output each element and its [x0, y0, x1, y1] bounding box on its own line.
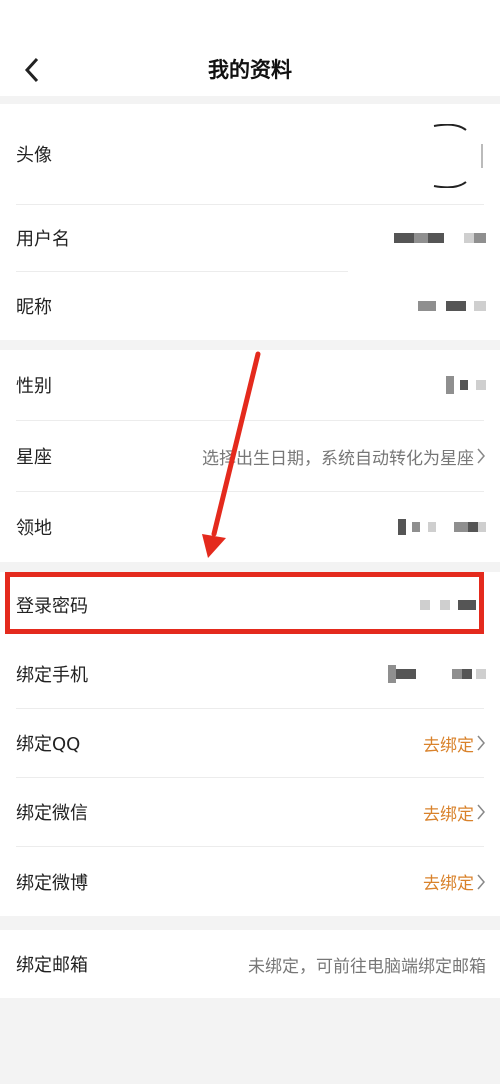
- profile-basic-group: 头像 用户名 昵称: [0, 104, 500, 340]
- bind-weibo-link[interactable]: 去绑定: [423, 869, 486, 894]
- chevron-right-icon: [477, 448, 485, 464]
- row-label-qq: 绑定QQ: [16, 734, 81, 755]
- row-label-phone: 绑定手机: [16, 665, 88, 686]
- row-label-wechat: 绑定微信: [16, 803, 88, 824]
- row-qq[interactable]: 绑定QQ 去绑定: [0, 709, 500, 777]
- row-label-username: 用户名: [16, 229, 70, 250]
- top-bar: 我的资料: [0, 0, 500, 96]
- row-wechat[interactable]: 绑定微信 去绑定: [0, 778, 500, 846]
- chevron-right-icon: [477, 874, 485, 889]
- avatar[interactable]: [414, 124, 484, 188]
- bind-wechat-link[interactable]: 去绑定: [423, 800, 486, 825]
- row-label-nickname: 昵称: [16, 297, 52, 318]
- bind-wechat-action: 去绑定: [423, 804, 474, 825]
- username-value-masked: [388, 233, 486, 243]
- row-username[interactable]: 用户名: [0, 205, 500, 271]
- row-label-avatar: 头像: [16, 145, 52, 166]
- row-label-territory: 领地: [16, 518, 52, 539]
- row-nickname[interactable]: 昵称: [0, 272, 500, 340]
- row-email[interactable]: 绑定邮箱 未绑定，可前往电脑端绑定邮箱: [0, 930, 500, 998]
- bind-qq-link[interactable]: 去绑定: [423, 731, 486, 756]
- password-highlight-box: [5, 572, 484, 634]
- row-label-email: 绑定邮箱: [16, 955, 88, 976]
- bind-weibo-action: 去绑定: [423, 874, 474, 894]
- row-weibo[interactable]: 绑定微博 去绑定: [0, 847, 500, 916]
- page-title: 我的资料: [208, 58, 292, 82]
- chevron-right-icon: [477, 804, 485, 820]
- email-group: 绑定邮箱 未绑定，可前往电脑端绑定邮箱: [0, 930, 500, 998]
- phone-value-masked: [382, 665, 486, 683]
- row-phone[interactable]: 绑定手机: [0, 640, 500, 708]
- email-hint: 未绑定，可前往电脑端绑定邮箱: [248, 956, 486, 977]
- chevron-right-icon: [477, 735, 485, 751]
- gender-value-masked: [440, 376, 486, 394]
- territory-value-masked: [392, 519, 486, 535]
- row-label-gender: 性别: [16, 376, 52, 397]
- red-arrow-annotation: [202, 351, 261, 558]
- row-label-zodiac: 星座: [16, 447, 52, 468]
- bind-qq-action: 去绑定: [423, 735, 474, 756]
- nickname-value-masked: [412, 301, 486, 311]
- row-label-weibo: 绑定微博: [16, 872, 88, 894]
